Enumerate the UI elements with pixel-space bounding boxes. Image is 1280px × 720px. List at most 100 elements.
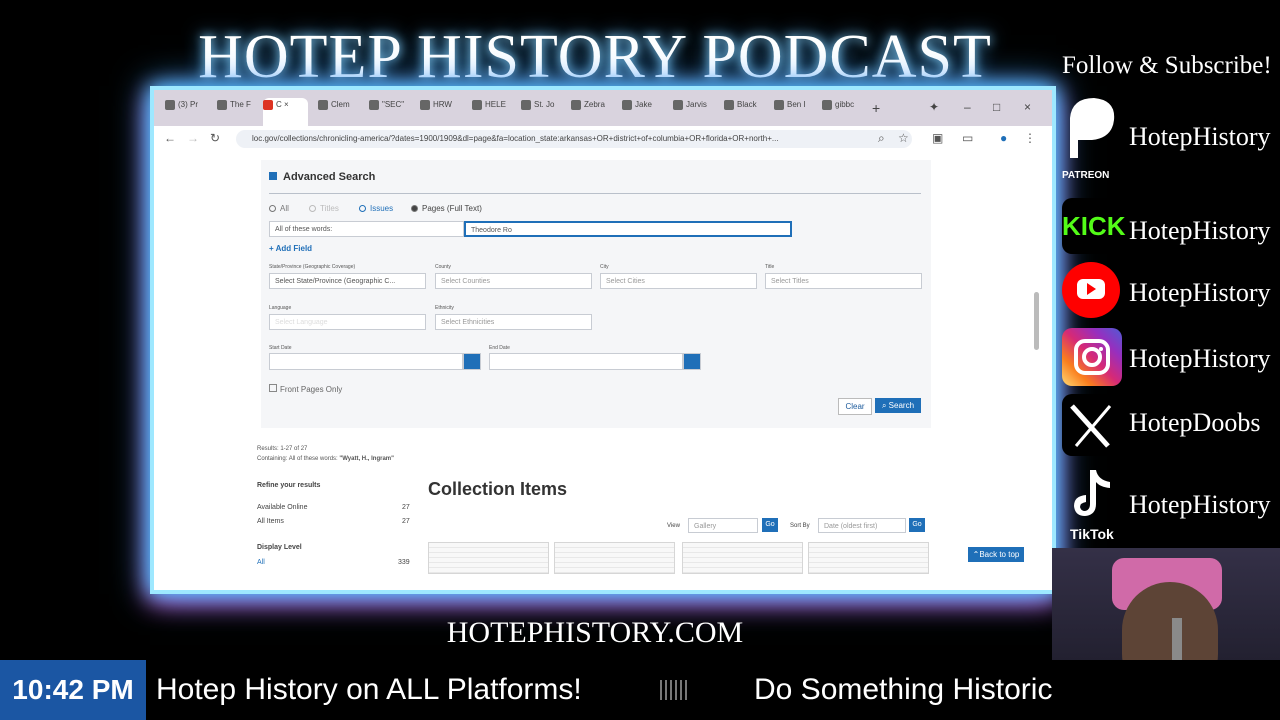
ethnicity-label: Ethnicity [435,305,454,311]
minimize-button[interactable]: – [964,100,971,124]
tab-10[interactable]: Jake [622,100,666,124]
type-radio-all[interactable]: All [269,204,289,213]
clear-button[interactable]: Clear [838,398,872,415]
close-icon[interactable]: × [284,100,289,109]
state-label: State/Province (Geographic Coverage) [269,264,356,270]
end-date-label: End Date [489,345,510,351]
title-label: Title [765,264,775,270]
tiktok-handle: HotepHistory [1129,490,1271,519]
tab-13[interactable]: Ben I [774,100,818,124]
tab-9[interactable]: Zebra [571,100,615,124]
view-go-button[interactable]: Go [762,518,778,532]
state-select[interactable]: Select State/Province (Geographic C... [269,273,426,289]
search-icon: ⌕ [881,401,887,410]
page-icon [369,100,379,110]
result-thumbnail[interactable] [554,542,675,574]
results-containing: Containing: All of these words: "Wyatt, … [257,456,394,462]
screen-icon[interactable]: ▭ [962,131,973,145]
youtube-icon [1062,262,1120,318]
social-tiktok[interactable]: TikTok HotepHistory [1062,466,1280,544]
new-tab-button[interactable]: + [872,100,880,124]
language-label: Language [269,305,292,311]
zoom-icon[interactable]: ⌕ [878,131,885,146]
restore-button[interactable]: □ [993,100,1000,124]
sidebar-icon[interactable]: ▣ [932,131,943,145]
start-calendar-icon[interactable] [463,353,481,370]
ticker-bar: 10:42 PM Hotep History on ALL Platforms!… [0,660,1280,720]
wikipedia-icon [318,100,328,110]
all-items-filter[interactable]: All Items [257,518,284,525]
result-thumbnail[interactable] [428,542,549,574]
globe-icon [420,100,430,110]
social-patreon[interactable]: PATREON HotepHistory [1062,96,1280,184]
browser-window: (3) Pr The F C × Clem "SEC" HRW HELE St.… [150,86,1056,594]
tab-7[interactable]: HELE [472,100,516,124]
back-icon[interactable]: ← [164,131,176,145]
words-mode-select[interactable]: All of these words: [269,221,464,237]
address-bar: ← → ↻ loc.gov/collections/chronicling-am… [154,126,1052,153]
social-kick[interactable]: KICK HotepHistory [1062,198,1280,258]
all-items-count: 27 [402,518,410,525]
tab-8[interactable]: St. Jo [521,100,565,124]
tab-2[interactable]: The F [217,100,261,124]
podcast-title: HOTEP HISTORY PODCAST [198,23,992,91]
available-online-count: 27 [402,504,410,511]
type-radio-pages[interactable]: Pages (Full Text) [411,204,482,213]
tab-14[interactable]: gibbc [822,100,866,124]
display-level-title: Display Level [257,544,302,551]
add-field-link[interactable]: + Add Field [269,244,312,253]
view-label: View [667,523,680,529]
front-pages-checkbox[interactable]: Front Pages Only [269,384,342,394]
end-calendar-icon[interactable] [683,353,701,370]
language-select[interactable]: Select Language [269,314,426,330]
tab-6[interactable]: HRW [420,100,464,124]
close-window-button[interactable]: × [1024,100,1031,124]
end-date-input[interactable] [489,353,683,370]
url-input[interactable]: loc.gov/collections/chronicling-america/… [236,130,912,148]
tab-1[interactable]: (3) Pr [165,100,203,124]
sort-label: Sort By [790,523,810,529]
tab-11[interactable]: Jarvis [673,100,717,124]
type-radio-issues[interactable]: Issues [359,204,393,213]
query-input[interactable]: Theodore Ro [464,221,792,237]
social-youtube[interactable]: HotepHistory [1062,262,1280,322]
available-online-filter[interactable]: Available Online [257,504,307,511]
x-icon [165,100,175,110]
county-select[interactable]: Select Counties [435,273,592,289]
result-thumbnail[interactable] [808,542,929,574]
start-date-input[interactable] [269,353,463,370]
display-all-filter[interactable]: All [257,559,265,566]
ethnicity-select[interactable]: Select Ethnicities [435,314,592,330]
display-all-count: 339 [398,559,410,566]
reload-icon[interactable]: ↻ [210,131,220,145]
type-radio-titles[interactable]: Titles [309,204,339,213]
tab-12[interactable]: Black [724,100,768,124]
sort-go-button[interactable]: Go [909,518,925,532]
page-icon [472,100,482,110]
city-label: City [600,264,609,270]
search-button[interactable]: ⌕ Search [875,398,921,413]
sort-select[interactable]: Date (oldest first) [818,518,906,533]
collapse-icon[interactable] [269,172,277,180]
google-icon [521,100,531,110]
social-x[interactable]: HotepDoobs [1062,394,1280,456]
bookmark-star-icon[interactable]: ☆ [898,131,909,145]
social-instagram[interactable]: HotepHistory [1062,328,1280,388]
patreon-icon [1062,96,1122,164]
view-select[interactable]: Gallery [688,518,758,533]
tab-3-active[interactable]: C × [263,98,308,128]
scrollbar-thumb[interactable] [1034,292,1039,350]
city-select[interactable]: Select Cities [600,273,757,289]
result-thumbnail[interactable] [682,542,803,574]
tab-4[interactable]: Clem [318,100,362,124]
title-select[interactable]: Select Titles [765,273,922,289]
profile-avatar[interactable]: ● [1000,131,1007,145]
ticker-message-2: Do Something Historic [754,673,1053,706]
page-content: Advanced Search All Titles Issues Pages … [154,152,1052,590]
tab-5[interactable]: "SEC" [369,100,413,124]
extensions-icon[interactable]: ✦ [929,100,939,124]
back-to-top-button[interactable]: ⌃Back to top [968,547,1024,562]
menu-icon[interactable]: ⋮ [1024,131,1036,145]
forward-icon[interactable]: → [187,131,199,145]
kick-handle: HotepHistory [1129,216,1271,245]
